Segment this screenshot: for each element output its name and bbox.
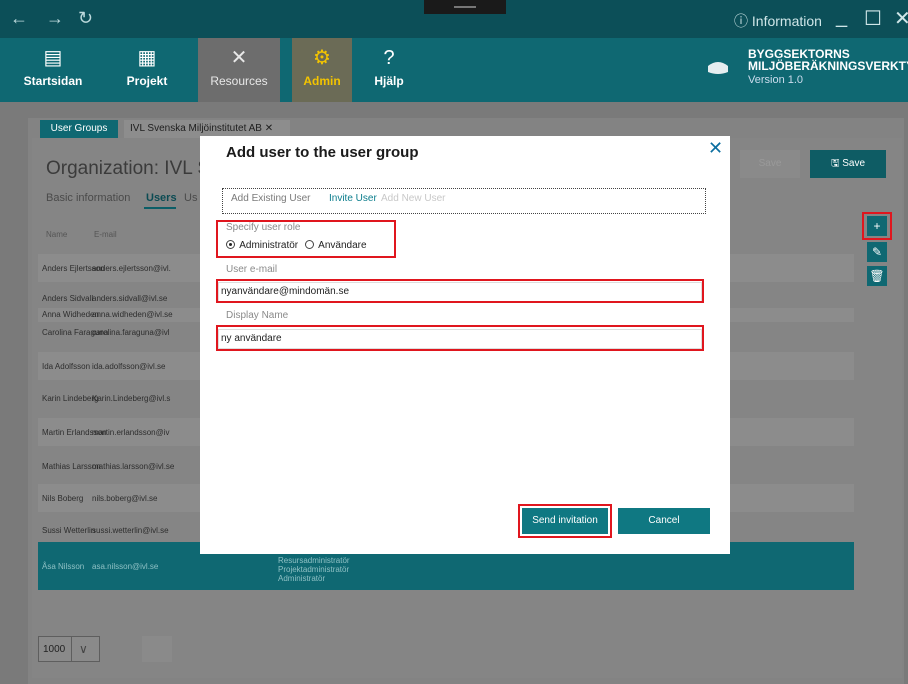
close-window-icon[interactable]: ✕ (894, 6, 908, 31)
nav-label: Hjälp (374, 74, 404, 88)
user-name: Ida Adolfsson (42, 362, 91, 371)
tab-invite-user[interactable]: Invite User (329, 193, 377, 204)
user-name: Anders Sidvall (42, 294, 94, 303)
tab-user-groups[interactable]: User Groups (40, 120, 118, 138)
page-size-value: 1000 (43, 644, 66, 655)
user-email: mathias.larsson@ivl.se (92, 462, 175, 471)
nav-label: Projekt (126, 74, 168, 88)
gear-icon: ⚙ (313, 47, 331, 69)
user-role: Projektadministratör (278, 565, 350, 574)
disabled-button: Save (740, 150, 800, 178)
information-label: Information (751, 13, 822, 29)
active-tab-underline (144, 207, 176, 209)
tab-add-existing-user[interactable]: Add Existing User (231, 193, 310, 204)
minimize-icon[interactable]: _ (836, 6, 847, 29)
highlight-email (216, 279, 704, 303)
highlight-send (518, 504, 612, 538)
user-email: Karin.Lindeberg@ivl.s (92, 394, 171, 403)
save-icon: 🖫 (830, 158, 843, 169)
page-size-divider (71, 637, 72, 661)
help-icon: ? (383, 47, 395, 69)
chart-icon: ▦ (137, 47, 157, 69)
information-link[interactable]: ⓘ Information (734, 11, 822, 31)
dialog-title: Add user to the user group (226, 144, 419, 161)
delete-user-button[interactable]: 🗑 (867, 266, 887, 286)
nav-hjalp[interactable]: ? Hjälp (366, 38, 412, 102)
user-name: Sussi Wetterlin (42, 526, 96, 535)
user-name: Nils Boberg (42, 494, 84, 503)
user-email: anders.ejlertsson@ivl. (92, 264, 171, 273)
home-icon: ▤ (43, 47, 63, 69)
chevron-down-icon: ∨ (79, 642, 88, 656)
user-email: anders.sidvall@ivl.se (92, 294, 168, 303)
refresh-icon[interactable]: ↻ (78, 8, 93, 29)
user-email: martin.erlandsson@iv (92, 428, 170, 437)
maximize-icon[interactable]: ☐ (864, 6, 882, 31)
highlight-role (216, 220, 396, 258)
user-email: anna.widheden@ivl.se (92, 310, 173, 319)
window-titlebar: ← → ↻ ⓘ Information _ ☐ ✕ (0, 0, 908, 38)
trash-icon: 🗑 (869, 269, 885, 283)
column-header-email: E-mail (94, 230, 117, 239)
user-email: sussi.wetterlin@ivl.se (92, 526, 169, 535)
user-name: Karin Lindeberg (42, 394, 99, 403)
tab-close-icon[interactable]: ✕ (265, 123, 273, 134)
highlight-add-button (862, 212, 892, 240)
column-header-name: Name (46, 230, 68, 239)
pencil-icon: ✎ (871, 245, 883, 259)
brand: BYGGSEKTORNS MILJÖBERÄKNINGSVERKTYG Vers… (748, 48, 908, 86)
close-icon[interactable]: ✕ (708, 138, 723, 159)
nav-label: Resources (210, 74, 268, 88)
user-email: asa.nilsson@ivl.se (92, 562, 159, 571)
email-label: User e-mail (226, 264, 278, 275)
edit-user-button[interactable]: ✎ (867, 242, 887, 262)
user-name: Anna Widheden (42, 310, 99, 319)
nav-admin[interactable]: ⚙ Admin (292, 38, 352, 102)
back-arrow-icon[interactable]: ← (10, 8, 28, 29)
nav-startsidan[interactable]: ▤ Startsidan (18, 38, 88, 102)
info-icon: ⓘ (734, 13, 748, 29)
tab-add-new-user[interactable]: Add New User (381, 193, 445, 204)
tools-icon: ✕ (230, 47, 248, 69)
dialog-tabs: Add Existing User Invite User Add New Us… (222, 188, 706, 214)
display-name-label: Display Name (226, 310, 289, 321)
tab-user-groups-partial[interactable]: Us (184, 192, 197, 204)
tab-users[interactable]: Users (146, 192, 177, 204)
user-roles: Resursadministratör Projektadministratör… (278, 556, 350, 583)
tab-basic-information[interactable]: Basic information (46, 192, 130, 204)
nav-label: Admin (303, 74, 341, 88)
cancel-button[interactable]: Cancel (618, 508, 710, 534)
brand-line-2: MILJÖBERÄKNINGSVERKTYG (748, 59, 908, 73)
add-user-dialog: Add user to the user group ✕ Add Existin… (200, 136, 730, 554)
brand-logo-icon (708, 62, 728, 74)
nav-resources[interactable]: ✕ Resources (198, 38, 280, 102)
highlight-display-name (216, 325, 704, 351)
user-name: Åsa Nilsson (42, 562, 85, 571)
tab-organization-label: IVL Svenska Miljöinstitutet AB (130, 123, 262, 134)
nav-label: Startsidan (23, 74, 83, 88)
forward-arrow-icon[interactable]: → (46, 8, 64, 29)
page-size-select[interactable]: 1000 ∨ (38, 636, 100, 662)
user-email: carolina.faraguna@ivl (92, 328, 170, 337)
window-grip-line (454, 6, 476, 8)
user-role: Administratör (278, 574, 326, 583)
save-label: Save (842, 158, 866, 169)
user-role: Resursadministratör (278, 556, 350, 565)
top-navigation: ▤ Startsidan ▦ Projekt ✕ Resources ⚙ Adm… (0, 38, 908, 102)
user-email: ida.adolfsson@ivl.se (92, 362, 166, 371)
brand-version: Version 1.0 (748, 74, 804, 86)
user-email: nils.boberg@ivl.se (92, 494, 158, 503)
nav-projekt[interactable]: ▦ Projekt (118, 38, 176, 102)
save-button[interactable]: 🖫 Save (810, 150, 886, 178)
pager-button[interactable] (142, 636, 172, 662)
